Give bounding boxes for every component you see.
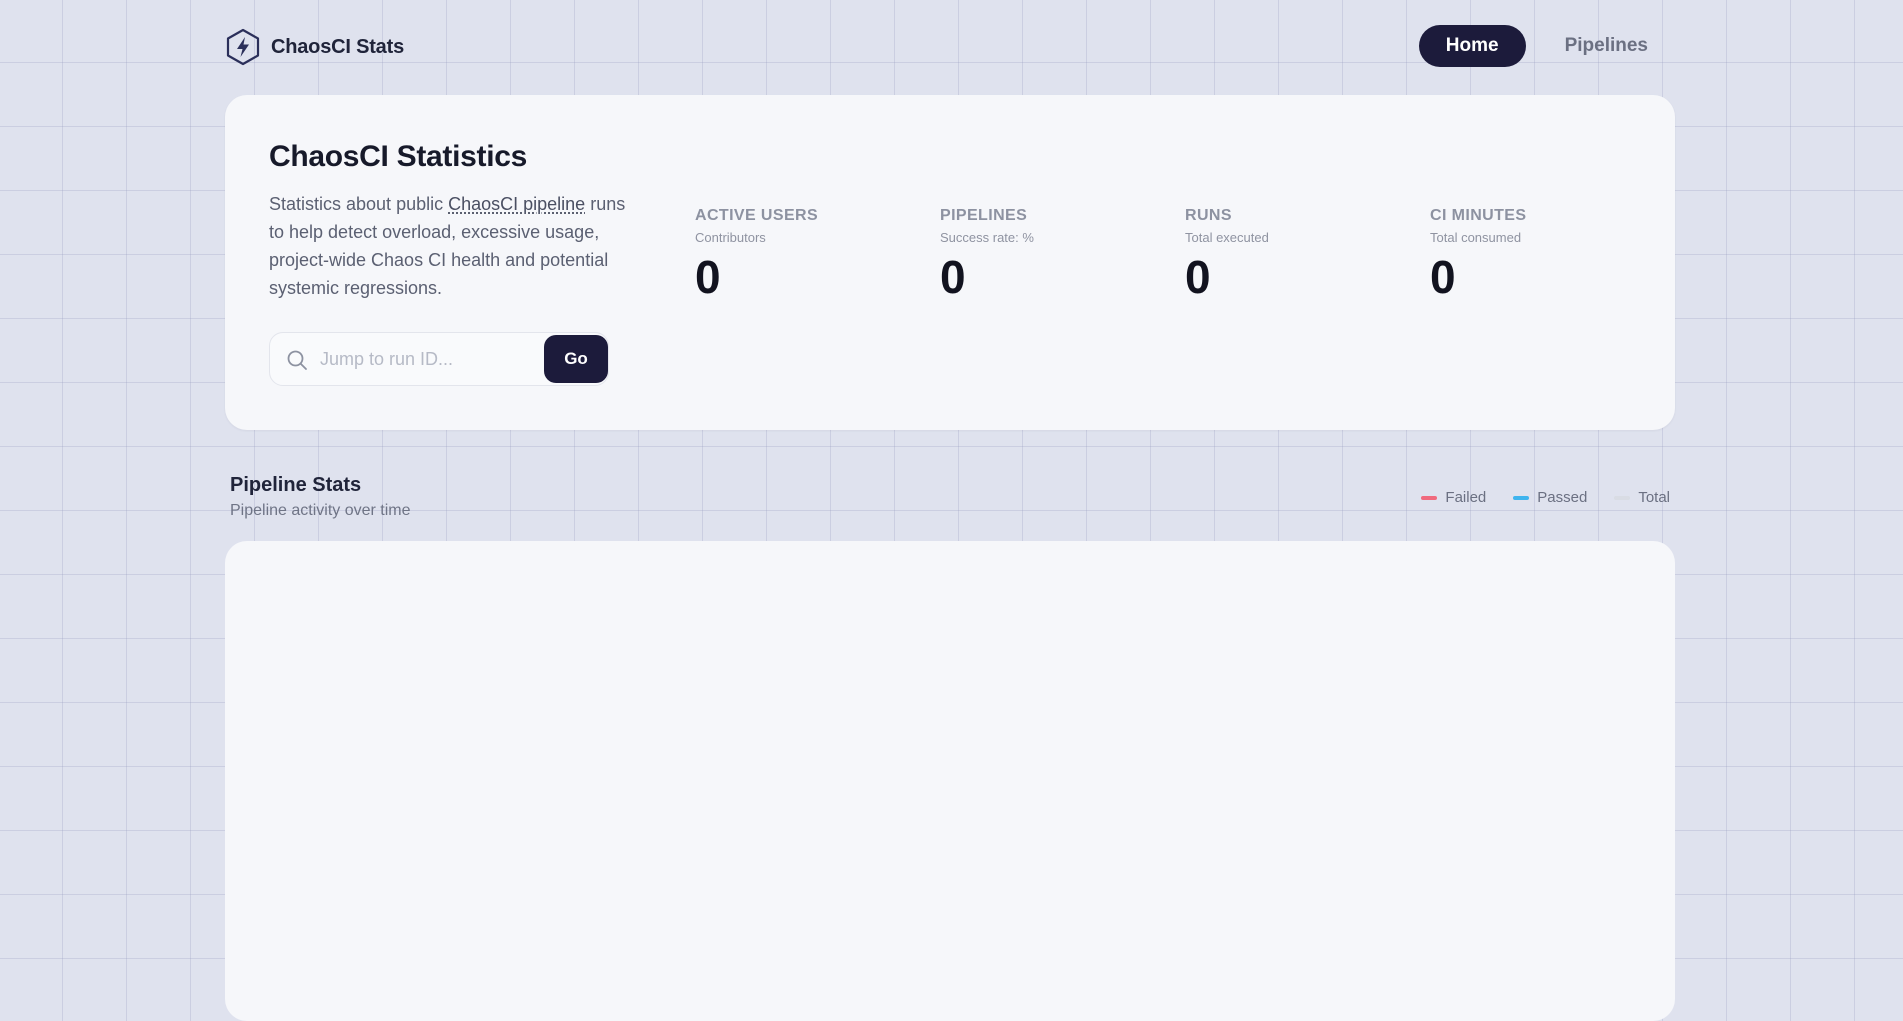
run-id-search: Go [269,332,609,386]
pipeline-chart-area [225,541,1675,1021]
stat-pipelines: PIPELINES Success rate: % 0 [940,207,1170,303]
stat-label: PIPELINES [940,207,1028,224]
nav-home[interactable]: Home [1418,25,1526,67]
pipeline-stats-header: Pipeline Stats Pipeline activity over ti… [230,474,1670,524]
legend-item-passed[interactable]: Passed [1513,489,1587,506]
brand-name: ChaosCI Stats [271,35,404,58]
stat-subtitle: Success rate: % [940,230,1034,245]
stat-subtitle: Contributors [695,230,766,245]
nav-pipelines[interactable]: Pipelines [1538,25,1675,67]
legend-item-failed[interactable]: Failed [1421,489,1486,506]
hero-card: ChaosCI Statistics Statistics about publ… [225,95,1675,430]
stat-label: CI MINUTES [1430,207,1527,224]
chaosci-pipeline-link[interactable]: ChaosCI pipeline [448,194,585,214]
stat-value: 0 [940,251,966,303]
stat-value: 0 [1185,251,1211,303]
brand[interactable]: ChaosCI Stats [225,28,404,66]
legend-label: Failed [1445,489,1487,506]
run-id-input[interactable] [320,343,540,375]
stat-value: 0 [1430,251,1456,303]
stats-row: ACTIVE USERS Contributors 0 PIPELINES Su… [695,207,1675,317]
legend-label: Total [1638,489,1670,506]
stat-subtitle: Total executed [1185,230,1269,245]
main-nav: Home Pipelines [1418,25,1675,67]
search-icon [287,350,307,370]
stat-active-users: ACTIVE USERS Contributors 0 [695,207,925,303]
legend-swatch-passed [1513,495,1530,500]
stat-subtitle: Total consumed [1430,230,1522,245]
go-button[interactable]: Go [544,335,608,383]
legend-swatch-total [1614,495,1631,500]
section-subtitle: Pipeline activity over time [230,502,411,519]
stat-value: 0 [695,251,721,303]
hero-description: Statistics about public ChaosCI pipeline… [269,190,629,302]
stat-ci-minutes: CI MINUTES Total consumed 0 [1430,207,1660,303]
stat-label: ACTIVE USERS [695,207,819,224]
legend-swatch-failed [1421,495,1438,500]
section-title: Pipeline Stats [230,474,362,496]
chart-legend: Failed Passed Total [1421,489,1670,506]
top-bar: ChaosCI Stats Home Pipelines [225,25,1675,69]
lightning-hexagon-icon [226,28,260,66]
stat-runs: RUNS Total executed 0 [1185,207,1415,303]
legend-label: Passed [1537,489,1588,506]
stat-label: RUNS [1185,207,1232,224]
legend-item-total[interactable]: Total [1614,489,1670,506]
description-text-start: Statistics about public [269,194,449,214]
page-title: ChaosCI Statistics [269,140,528,173]
